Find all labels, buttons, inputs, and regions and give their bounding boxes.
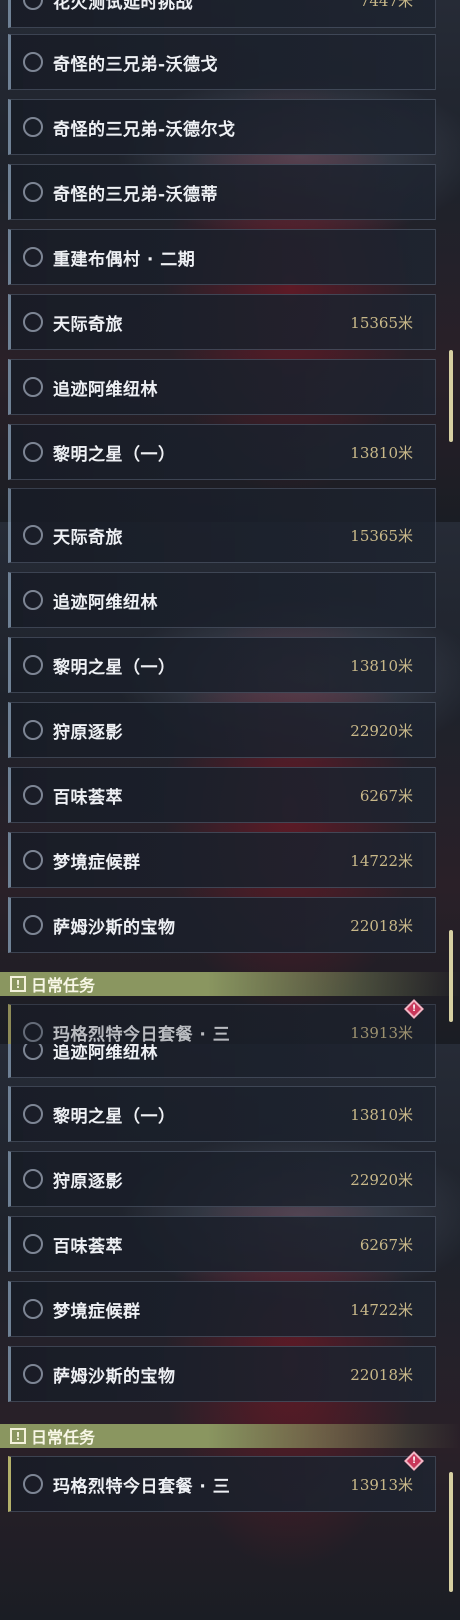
quest-row[interactable]: 狩原逐影 22920米 bbox=[8, 702, 436, 758]
quest-row[interactable]: 萨姆沙斯的宝物 22018米 bbox=[8, 1346, 436, 1402]
daily-quest-row[interactable]: 玛格烈特今日套餐 · 三 13913米 bbox=[8, 1456, 436, 1512]
radio-circle-icon[interactable] bbox=[23, 525, 43, 545]
quest-list-section-1: 花火测试延时挑战 7447米 奇怪的三兄弟-沃德戈 奇怪的三兄弟-沃德尔戈 奇怪的三… bbox=[0, 0, 460, 522]
quest-name: 百味荟萃 bbox=[53, 787, 123, 808]
quest-row[interactable]: 黎明之星（一） 13810米 bbox=[8, 1086, 436, 1142]
quest-name: 花火测试延时挑战 bbox=[53, 0, 193, 13]
quest-row[interactable]: 梦境症候群 14722米 bbox=[8, 1281, 436, 1337]
scrollbar-thumb[interactable] bbox=[449, 1472, 453, 1592]
radio-circle-icon[interactable] bbox=[23, 1169, 43, 1189]
quest-row[interactable]: 追迹阿维纽林 bbox=[8, 1044, 436, 1078]
quest-row[interactable]: 萨姆沙斯的宝物 22018米 bbox=[8, 897, 436, 953]
quest-row[interactable]: 黎明之星（一） 13810米 bbox=[8, 424, 436, 480]
radio-circle-icon[interactable] bbox=[23, 117, 43, 137]
daily-task-header-label: 日常任务 bbox=[31, 976, 96, 995]
quest-row[interactable]: 奇怪的三兄弟-沃德尔戈 bbox=[8, 99, 436, 155]
radio-circle-icon[interactable] bbox=[23, 1234, 43, 1254]
quest-name: 黎明之星（一） bbox=[53, 657, 176, 678]
daily-task-header[interactable]: ! 日常任务 bbox=[0, 1424, 460, 1448]
scrollbar-thumb[interactable] bbox=[449, 350, 453, 442]
radio-circle-icon[interactable] bbox=[23, 1044, 43, 1060]
quest-name: 狩原逐影 bbox=[53, 722, 123, 743]
quest-name: 萨姆沙斯的宝物 bbox=[53, 1366, 176, 1387]
quest-distance: 13810米 bbox=[350, 656, 413, 675]
quest-distance: 14722米 bbox=[350, 851, 413, 870]
quest-row[interactable]: 奇怪的三兄弟-沃德戈 bbox=[8, 34, 436, 90]
daily-task-header[interactable]: ! 日常任务 bbox=[0, 972, 460, 996]
radio-circle-icon[interactable] bbox=[23, 1299, 43, 1319]
quest-name: 梦境症候群 bbox=[53, 1301, 141, 1322]
quest-distance: 15365米 bbox=[350, 526, 413, 545]
quest-name: 天际奇旅 bbox=[53, 314, 123, 335]
quest-distance: 13913米 bbox=[350, 1475, 413, 1494]
quest-distance: 22018米 bbox=[350, 916, 413, 935]
quest-list-section-2: 天际奇旅 15365米追迹阿维纽林 黎明之星（一） 13810米狩原逐影 22920米百… bbox=[0, 522, 460, 1044]
quest-row[interactable]: 百味荟萃 6267米 bbox=[8, 767, 436, 823]
daily-task-header-label: 日常任务 bbox=[31, 1428, 96, 1447]
exclamation-box-icon: ! bbox=[10, 976, 26, 992]
quest-row[interactable]: 百味荟萃 6267米 bbox=[8, 1216, 436, 1272]
scrollbar-thumb[interactable] bbox=[449, 930, 453, 1022]
quest-name: 天际奇旅 bbox=[53, 527, 123, 548]
quest-distance: 22920米 bbox=[350, 721, 413, 740]
quest-distance: 13913米 bbox=[350, 1023, 413, 1042]
quest-distance: 22018米 bbox=[350, 1365, 413, 1384]
quest-row-peek[interactable]: 玛格烈特今日套餐 · 三 13913米 bbox=[8, 1004, 436, 1044]
quest-name: 狩原逐影 bbox=[53, 1171, 123, 1192]
quest-name: 追迹阿维纽林 bbox=[53, 1044, 158, 1063]
quest-distance: 14722米 bbox=[350, 1300, 413, 1319]
quest-distance: 15365米 bbox=[350, 313, 413, 332]
quest-name: 奇怪的三兄弟-沃德尔戈 bbox=[53, 119, 236, 140]
quest-name: 追迹阿维纽林 bbox=[53, 379, 158, 400]
quest-distance: 7447米 bbox=[359, 0, 413, 10]
quest-name: 追迹阿维纽林 bbox=[53, 592, 158, 613]
quest-row[interactable]: 狩原逐影 22920米 bbox=[8, 1151, 436, 1207]
quest-distance: 6267米 bbox=[359, 1235, 413, 1254]
quest-name: 梦境症候群 bbox=[53, 852, 141, 873]
quest-row[interactable]: 梦境症候群 14722米 bbox=[8, 832, 436, 888]
quest-row[interactable]: 追迹阿维纽林 bbox=[8, 572, 436, 628]
radio-circle-icon[interactable] bbox=[23, 1104, 43, 1124]
radio-circle-icon[interactable] bbox=[23, 1364, 43, 1384]
quest-row-cut bbox=[8, 488, 436, 522]
quest-row[interactable]: 重建布偶村 · 二期 bbox=[8, 229, 436, 285]
radio-circle-icon[interactable] bbox=[23, 442, 43, 462]
quest-name: 重建布偶村 · 二期 bbox=[53, 249, 196, 270]
quest-name: 奇怪的三兄弟-沃德戈 bbox=[53, 54, 219, 75]
quest-name: 黎明之星（一） bbox=[53, 1106, 176, 1127]
quest-row[interactable]: 追迹阿维纽林 bbox=[8, 359, 436, 415]
radio-circle-icon[interactable] bbox=[23, 1474, 43, 1494]
quest-name: 萨姆沙斯的宝物 bbox=[53, 917, 176, 938]
quest-list-section-3: 追迹阿维纽林 黎明之星（一） 13810米狩原逐影 22920米百味荟萃 6267米梦… bbox=[0, 1044, 460, 1620]
radio-circle-icon[interactable] bbox=[23, 0, 43, 10]
radio-circle-icon[interactable] bbox=[23, 52, 43, 72]
radio-circle-icon[interactable] bbox=[23, 1022, 43, 1042]
radio-circle-icon[interactable] bbox=[23, 247, 43, 267]
quest-row[interactable]: 花火测试延时挑战 7447米 bbox=[8, 0, 436, 28]
quest-name: 奇怪的三兄弟-沃德蒂 bbox=[53, 184, 219, 205]
quest-distance: 22920米 bbox=[350, 1170, 413, 1189]
quest-row[interactable]: 天际奇旅 15365米 bbox=[8, 522, 436, 563]
radio-circle-icon[interactable] bbox=[23, 720, 43, 740]
quest-name: 玛格烈特今日套餐 · 三 bbox=[53, 1024, 231, 1045]
quest-distance: 13810米 bbox=[350, 443, 413, 462]
quest-name: 玛格烈特今日套餐 · 三 bbox=[53, 1476, 231, 1497]
quest-list-screenshot: 花火测试延时挑战 7447米 奇怪的三兄弟-沃德戈 奇怪的三兄弟-沃德尔戈 奇怪的三… bbox=[0, 0, 460, 1620]
quest-distance: 13810米 bbox=[350, 1105, 413, 1124]
exclamation-box-icon: ! bbox=[10, 1428, 26, 1444]
quest-name: 百味荟萃 bbox=[53, 1236, 123, 1257]
quest-row[interactable]: 黎明之星（一） 13810米 bbox=[8, 637, 436, 693]
radio-circle-icon[interactable] bbox=[23, 915, 43, 935]
radio-circle-icon[interactable] bbox=[23, 655, 43, 675]
quest-row[interactable]: 奇怪的三兄弟-沃德蒂 bbox=[8, 164, 436, 220]
radio-circle-icon[interactable] bbox=[23, 182, 43, 202]
radio-circle-icon[interactable] bbox=[23, 312, 43, 332]
radio-circle-icon[interactable] bbox=[23, 785, 43, 805]
quest-distance: 6267米 bbox=[359, 786, 413, 805]
radio-circle-icon[interactable] bbox=[23, 377, 43, 397]
radio-circle-icon[interactable] bbox=[23, 590, 43, 610]
quest-name: 黎明之星（一） bbox=[53, 444, 176, 465]
radio-circle-icon[interactable] bbox=[23, 850, 43, 870]
quest-row[interactable]: 天际奇旅 15365米 bbox=[8, 294, 436, 350]
